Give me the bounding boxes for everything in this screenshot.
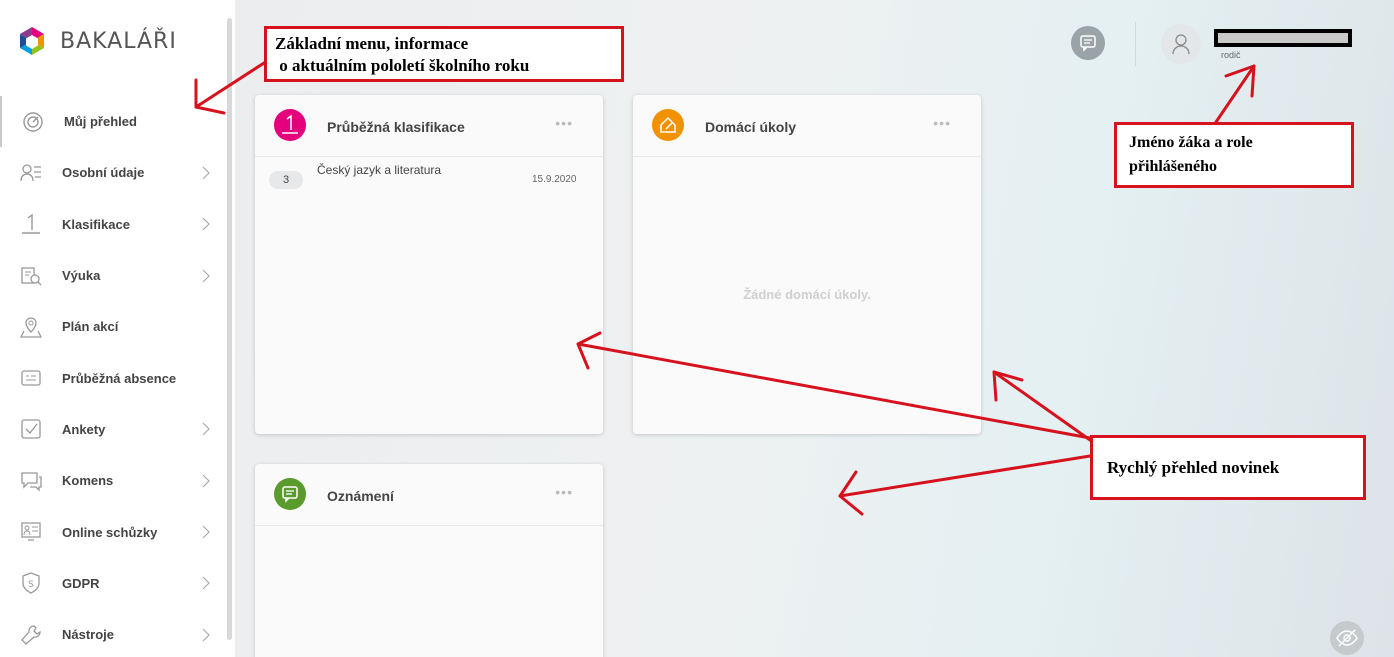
user-avatar[interactable]	[1161, 24, 1201, 64]
sidebar-item-overview[interactable]: Můj přehled	[0, 96, 226, 148]
sidebar-scrollbar[interactable]	[227, 18, 232, 640]
grade-subject: Český jazyk a literatura	[317, 163, 442, 177]
checkbox-icon	[21, 419, 41, 440]
annotation-user: Jméno žáka a role přihlášeného	[1114, 122, 1354, 188]
homework-card: Domácí úkoly ••• Žádné domácí úkoly.	[633, 95, 981, 434]
chevron-right-icon	[202, 525, 210, 539]
sidebar-item-teaching[interactable]: Výuka	[0, 250, 226, 301]
header-divider	[1135, 22, 1136, 66]
person-card-icon	[20, 164, 41, 181]
chat-bubble-icon	[274, 478, 306, 510]
empty-homework-message: Žádné domácí úkoly.	[743, 287, 871, 302]
shield-s-icon: S	[22, 572, 40, 595]
annotation-menu-text: Základní menu, informace o aktuálním pol…	[275, 34, 530, 75]
user-name-redacted[interactable]	[1214, 29, 1352, 47]
sidebar-item-komens[interactable]: Komens	[0, 455, 226, 506]
notices-card: Oznámení •••	[255, 464, 603, 657]
grade-value: 3	[269, 171, 303, 189]
main-nav: Můj přehled Osobní údaje Klasifikace Výu…	[0, 96, 226, 657]
grade-one-icon	[22, 213, 40, 234]
card-header: Domácí úkoly •••	[633, 95, 981, 157]
grade-date: 15.9.2020	[532, 174, 577, 185]
main-content: rodič Průběžná klasifikace ••• 3 Český j…	[235, 0, 1394, 657]
sidebar-item-absence[interactable]: Průběžná absence	[0, 352, 226, 403]
sidebar-item-label: Můj přehled	[64, 114, 137, 130]
card-title: Oznámení	[327, 488, 394, 504]
sidebar-item-label: Osobní údaje	[62, 165, 145, 181]
app-name: BAKALÁŘI	[60, 28, 177, 54]
card-menu-button[interactable]: •••	[555, 115, 573, 131]
chevron-right-icon	[202, 422, 210, 436]
sidebar-item-label: Výuka	[62, 268, 101, 284]
chevron-right-icon	[202, 217, 210, 231]
grade-one-icon	[274, 109, 306, 141]
sidebar-item-gdpr[interactable]: S GDPR	[0, 558, 226, 609]
annotation-news: Rychlý přehled novinek	[1090, 435, 1366, 500]
annotation-user-text: Jméno žáka a role přihlášeného	[1129, 134, 1253, 175]
wrench-icon	[21, 624, 41, 645]
chevron-right-icon	[202, 474, 210, 488]
sidebar-item-label: Klasifikace	[62, 216, 130, 232]
sidebar-item-label: Plán akcí	[62, 319, 119, 335]
user-role: rodič	[1221, 50, 1241, 60]
annotation-news-text: Rychlý přehled novinek	[1107, 458, 1280, 477]
book-search-icon	[21, 266, 42, 286]
sidebar-item-surveys[interactable]: Ankety	[0, 404, 226, 455]
card-header: Průběžná klasifikace •••	[255, 95, 603, 157]
hide-eye-button[interactable]	[1330, 621, 1364, 655]
app-logo[interactable]: BAKALÁŘI	[18, 26, 177, 56]
sidebar-item-grades[interactable]: Klasifikace	[0, 199, 226, 250]
card-header: Oznámení •••	[255, 464, 603, 526]
annotation-menu: Základní menu, informace o aktuálním pol…	[264, 26, 624, 82]
messages-button[interactable]	[1071, 26, 1105, 60]
sidebar-item-label: GDPR	[62, 575, 100, 591]
chevron-right-icon	[202, 576, 210, 590]
grades-card: Průběžná klasifikace ••• 3 Český jazyk a…	[255, 95, 603, 434]
sidebar: BAKALÁŘI Můj přehled Osobní údaje Klasif…	[0, 0, 235, 657]
map-pin-icon	[20, 317, 42, 338]
homework-house-icon	[652, 109, 684, 141]
card-menu-button[interactable]: •••	[555, 484, 573, 500]
bakalari-logo-icon	[20, 27, 44, 55]
message-icon	[1080, 35, 1096, 52]
chat-bubble-icon	[21, 472, 42, 492]
sidebar-item-personal-data[interactable]: Osobní údaje	[0, 147, 226, 198]
grade-row[interactable]: 3 Český jazyk a literatura 15.9.2020	[269, 163, 587, 197]
sidebar-item-label: Nástroje	[62, 627, 115, 643]
card-title: Domácí úkoly	[705, 119, 797, 135]
sidebar-item-label: Komens	[62, 473, 114, 489]
card-title: Průběžná klasifikace	[327, 119, 465, 135]
overview-gauge-icon	[23, 111, 43, 132]
sidebar-item-label: Ankety	[62, 421, 106, 437]
sidebar-item-label: Online schůzky	[62, 524, 158, 540]
svg-text:S: S	[28, 580, 34, 590]
card-menu-button[interactable]: •••	[933, 115, 951, 131]
sidebar-item-label: Průběžná absence	[62, 370, 177, 386]
chevron-right-icon	[202, 269, 210, 282]
eye-slash-icon	[1336, 629, 1358, 647]
sidebar-item-tools[interactable]: Nástroje	[0, 609, 226, 657]
chevron-right-icon	[202, 166, 210, 180]
chevron-right-icon	[202, 628, 210, 642]
absence-card-icon	[21, 370, 41, 386]
user-icon	[1172, 34, 1190, 55]
sidebar-item-online-meetings[interactable]: Online schůzky	[0, 506, 226, 557]
video-meeting-icon	[21, 522, 41, 541]
sidebar-item-event-plan[interactable]: Plán akcí	[0, 301, 226, 352]
